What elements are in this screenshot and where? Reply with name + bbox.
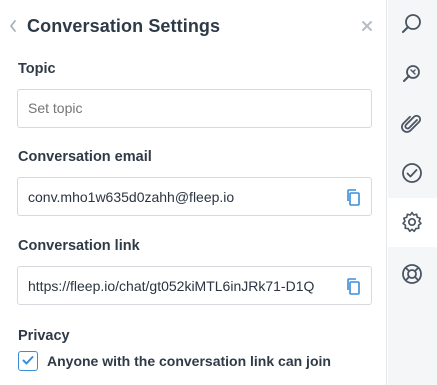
rail-settings-button[interactable]: [388, 198, 437, 247]
gear-icon: [402, 211, 422, 233]
topic-field[interactable]: [17, 89, 372, 128]
conversation-email-field: conv.mho1w635d0zahh@fleep.io: [17, 177, 372, 216]
back-chevron-icon[interactable]: [8, 18, 22, 36]
search-icon: [402, 14, 421, 33]
conversation-link-field: https://fleep.io/chat/gt052kiMTL6inJRk71…: [17, 266, 372, 305]
conversation-link-label: Conversation link: [18, 238, 140, 254]
checkmark-icon: [22, 356, 34, 365]
help-lifebuoy-icon: [402, 264, 422, 284]
conversation-settings-panel: Conversation Settings Topic Conversation…: [0, 0, 387, 385]
attachment-icon: [401, 114, 422, 133]
conversation-email-value: conv.mho1w635d0zahh@fleep.io: [28, 189, 235, 205]
task-check-icon: [402, 163, 422, 183]
link-join-checkbox[interactable]: [18, 351, 38, 371]
panel-header: Conversation Settings: [0, 0, 387, 54]
topic-input[interactable]: [28, 100, 358, 116]
link-join-checkbox-label[interactable]: Anyone with the conversation link can jo…: [47, 353, 331, 369]
close-icon[interactable]: [360, 19, 374, 33]
copy-email-icon[interactable]: [346, 189, 360, 206]
copy-link-icon[interactable]: [346, 278, 360, 295]
privacy-label: Privacy: [18, 328, 70, 344]
rail-files-button[interactable]: [388, 101, 437, 150]
rail-pin-search-button[interactable]: [388, 49, 437, 98]
page-title: Conversation Settings: [27, 16, 221, 36]
topic-label: Topic: [18, 61, 56, 77]
pin-search-icon: [403, 65, 420, 82]
right-icon-rail: [388, 0, 437, 385]
conversation-email-label: Conversation email: [18, 149, 152, 165]
rail-search-button[interactable]: [388, 0, 437, 49]
conversation-link-value: https://fleep.io/chat/gt052kiMTL6inJRk71…: [28, 278, 315, 294]
rail-help-button[interactable]: [388, 250, 437, 299]
rail-tasks-button[interactable]: [388, 149, 437, 198]
